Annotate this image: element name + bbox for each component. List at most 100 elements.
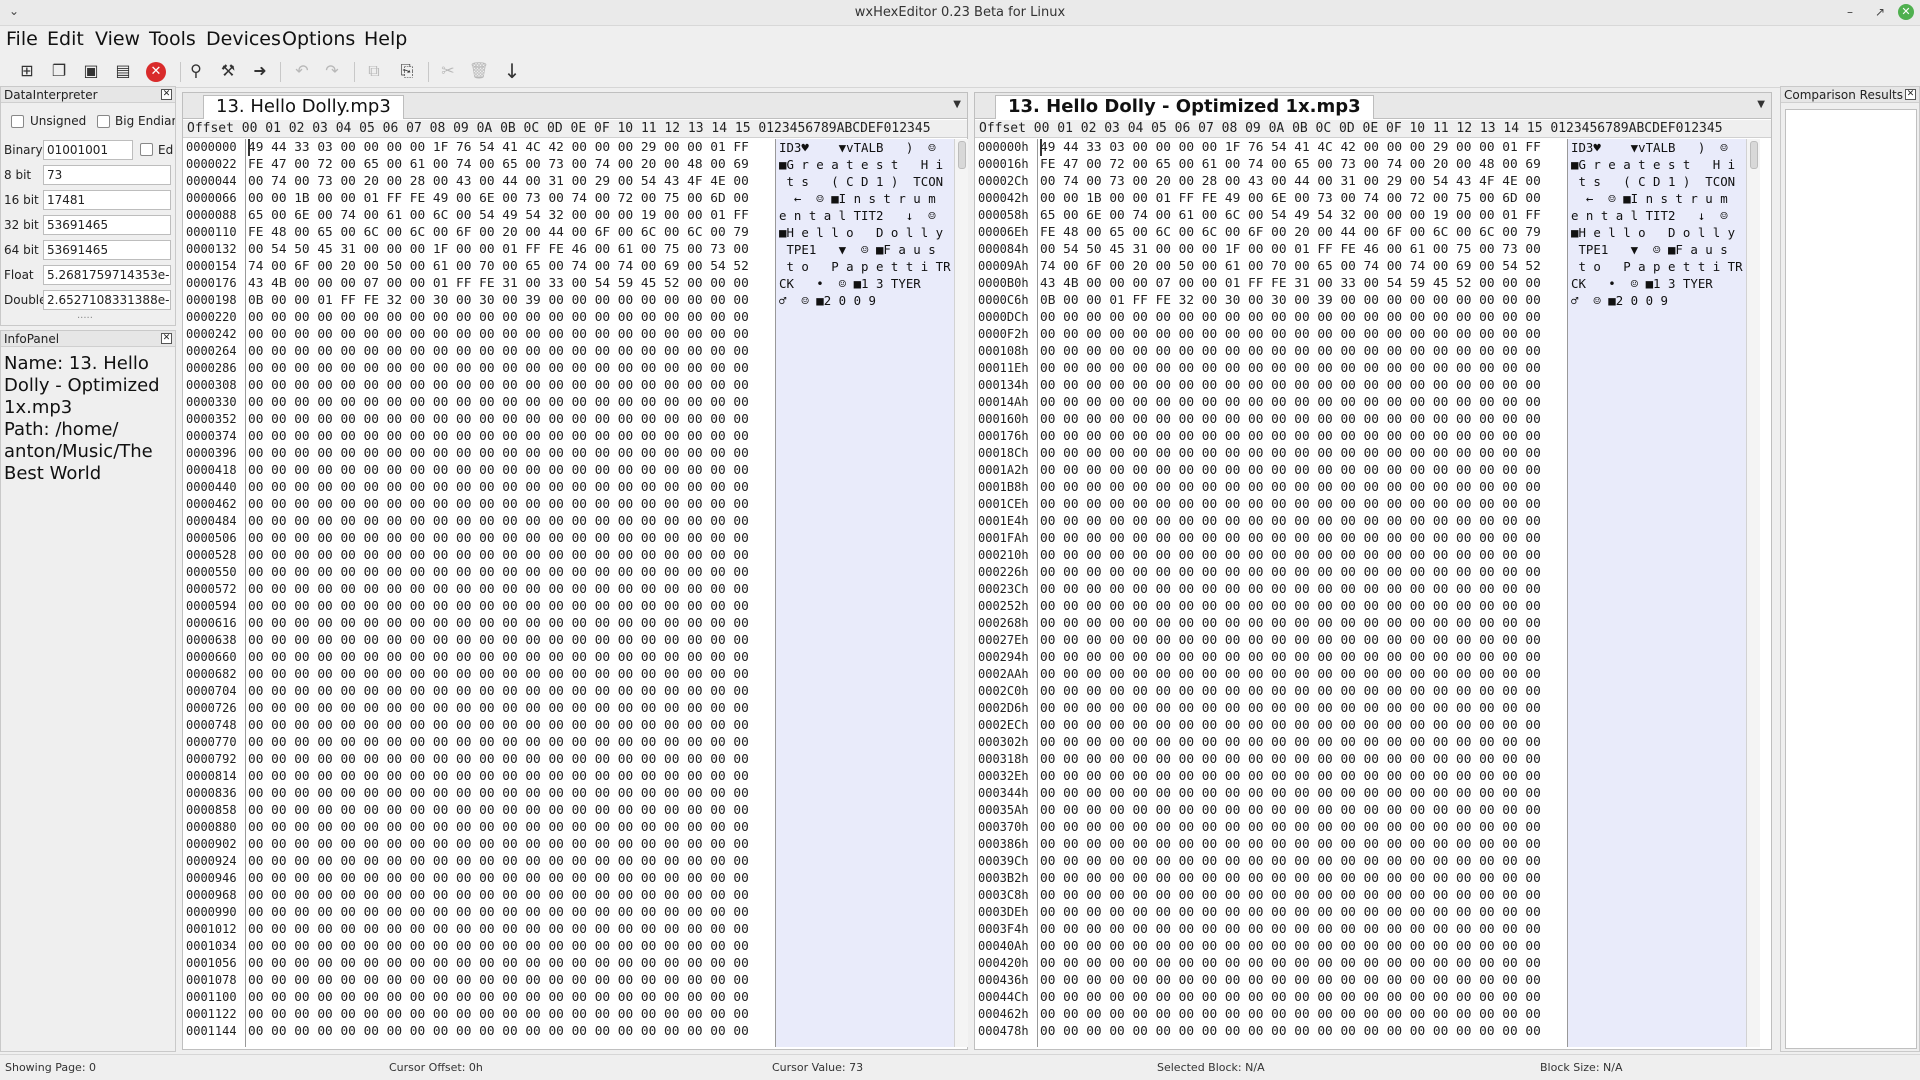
text-row[interactable]	[1571, 581, 1746, 598]
text-row[interactable]: CK • ☺ ■1 3 TYER	[779, 275, 954, 292]
text-row[interactable]	[1571, 394, 1746, 411]
hex-row[interactable]: 00 00 00 00 00 00 00 00 00 00 00 00 00 0…	[248, 1006, 775, 1023]
text-row[interactable]	[1571, 853, 1746, 870]
hex-row[interactable]: 00 00 00 00 00 00 00 00 00 00 00 00 00 0…	[1040, 496, 1567, 513]
hex-row[interactable]: 00 00 00 00 00 00 00 00 00 00 00 00 00 0…	[1040, 921, 1567, 938]
goto-icon[interactable]: ➜	[248, 60, 272, 82]
16bit-field[interactable]: 17481	[43, 190, 171, 210]
hex-row[interactable]: 00 00 00 00 00 00 00 00 00 00 00 00 00 0…	[1040, 683, 1567, 700]
8bit-field[interactable]: 73	[43, 165, 171, 185]
minimize-icon[interactable]: –	[1842, 4, 1858, 20]
text-row[interactable]	[1571, 734, 1746, 751]
hex-column[interactable]: 49 44 33 03 00 00 00 00 1F 76 54 41 4C 4…	[1038, 139, 1568, 1047]
hex-row[interactable]: 00 00 00 00 00 00 00 00 00 00 00 00 00 0…	[1040, 734, 1567, 751]
hex-row[interactable]: 00 00 00 00 00 00 00 00 00 00 00 00 00 0…	[248, 887, 775, 904]
tab-hello-dolly[interactable]: 13. Hello Dolly.mp3	[203, 95, 404, 119]
text-row[interactable]	[779, 683, 954, 700]
text-row[interactable]	[779, 887, 954, 904]
text-row[interactable]	[779, 564, 954, 581]
text-row[interactable]	[1571, 921, 1746, 938]
hex-row[interactable]: 00 00 00 00 00 00 00 00 00 00 00 00 00 0…	[1040, 768, 1567, 785]
text-row[interactable]	[779, 547, 954, 564]
text-row[interactable]	[779, 360, 954, 377]
big-endian-checkbox[interactable]	[97, 115, 110, 128]
close-file-icon[interactable]: ✕	[146, 62, 166, 82]
hex-row[interactable]: FE 47 00 72 00 65 00 61 00 74 00 65 00 7…	[248, 156, 775, 173]
hex-row[interactable]: 00 00 00 00 00 00 00 00 00 00 00 00 00 0…	[248, 496, 775, 513]
hex-row[interactable]: 00 00 1B 00 00 01 FF FE 49 00 6E 00 73 0…	[248, 190, 775, 207]
hex-row[interactable]: 00 00 00 00 00 00 00 00 00 00 00 00 00 0…	[248, 615, 775, 632]
hex-row[interactable]: 00 00 00 00 00 00 00 00 00 00 00 00 00 0…	[1040, 989, 1567, 1006]
text-row[interactable]: ■G r e a t e s t H i	[779, 156, 954, 173]
text-row[interactable]	[779, 513, 954, 530]
hex-row[interactable]: 00 00 00 00 00 00 00 00 00 00 00 00 00 0…	[1040, 666, 1567, 683]
new-file-icon[interactable]: ⊞	[15, 60, 39, 82]
hex-row[interactable]: 00 00 00 00 00 00 00 00 00 00 00 00 00 0…	[248, 632, 775, 649]
hex-row[interactable]: FE 48 00 65 00 6C 00 6C 00 6F 00 20 00 4…	[248, 224, 775, 241]
text-row[interactable]	[779, 326, 954, 343]
menu-options[interactable]: Options	[282, 28, 355, 50]
text-row[interactable]	[1571, 666, 1746, 683]
text-row[interactable]: TPE1 ▼ ☺ ■F a u s	[1571, 241, 1746, 258]
text-row[interactable]: TPE1 ▼ ☺ ■F a u s	[779, 241, 954, 258]
hex-row[interactable]: 00 00 00 00 00 00 00 00 00 00 00 00 00 0…	[248, 972, 775, 989]
hex-row[interactable]: 00 00 00 00 00 00 00 00 00 00 00 00 00 0…	[1040, 836, 1567, 853]
text-row[interactable]	[779, 615, 954, 632]
tab-hello-dolly-optimized[interactable]: 13. Hello Dolly - Optimized 1x.mp3	[995, 95, 1374, 119]
text-row[interactable]	[1571, 309, 1746, 326]
text-row[interactable]	[779, 1023, 954, 1040]
hex-row[interactable]: 00 00 00 00 00 00 00 00 00 00 00 00 00 0…	[1040, 751, 1567, 768]
hex-row[interactable]: 74 00 6F 00 20 00 50 00 61 00 70 00 65 0…	[1040, 258, 1567, 275]
text-row[interactable]	[779, 921, 954, 938]
menu-devices[interactable]: Devices	[206, 28, 281, 50]
hex-row[interactable]: 00 00 00 00 00 00 00 00 00 00 00 00 00 0…	[248, 1023, 775, 1040]
comparison-results-list[interactable]	[1785, 109, 1917, 1049]
text-row[interactable]	[1571, 955, 1746, 972]
text-row[interactable]	[1571, 717, 1746, 734]
text-row[interactable]	[779, 309, 954, 326]
hex-row[interactable]: 00 00 00 00 00 00 00 00 00 00 00 00 00 0…	[248, 904, 775, 921]
hex-row[interactable]: 00 00 00 00 00 00 00 00 00 00 00 00 00 0…	[248, 513, 775, 530]
text-row[interactable]	[1571, 836, 1746, 853]
hex-row[interactable]: 00 00 00 00 00 00 00 00 00 00 00 00 00 0…	[1040, 785, 1567, 802]
text-row[interactable]	[779, 904, 954, 921]
hex-row[interactable]: 00 00 00 00 00 00 00 00 00 00 00 00 00 0…	[1040, 581, 1567, 598]
text-row[interactable]	[1571, 1023, 1746, 1040]
hex-row[interactable]: 00 00 00 00 00 00 00 00 00 00 00 00 00 0…	[1040, 853, 1567, 870]
hex-row[interactable]: 00 00 00 00 00 00 00 00 00 00 00 00 00 0…	[248, 581, 775, 598]
hex-row[interactable]: 00 00 00 00 00 00 00 00 00 00 00 00 00 0…	[248, 564, 775, 581]
unsigned-checkbox[interactable]	[11, 115, 24, 128]
hex-row[interactable]: 49 44 33 03 00 00 00 00 1F 76 54 41 4C 4…	[1040, 139, 1567, 156]
text-row[interactable]: t o P a p e t t i TR	[779, 258, 954, 275]
text-row[interactable]: t s ( C D 1 ) TCON	[779, 173, 954, 190]
menu-view[interactable]: View	[95, 28, 140, 50]
text-row[interactable]	[779, 768, 954, 785]
text-row[interactable]	[779, 734, 954, 751]
text-row[interactable]	[1571, 870, 1746, 887]
text-row[interactable]	[1571, 343, 1746, 360]
text-row[interactable]	[1571, 615, 1746, 632]
hex-row[interactable]: 0B 00 00 01 FF FE 32 00 30 00 30 00 39 0…	[248, 292, 775, 309]
hex-row[interactable]: 00 00 00 00 00 00 00 00 00 00 00 00 00 0…	[248, 360, 775, 377]
hex-row[interactable]: 00 00 00 00 00 00 00 00 00 00 00 00 00 0…	[248, 598, 775, 615]
text-row[interactable]	[1571, 751, 1746, 768]
text-row[interactable]	[779, 700, 954, 717]
hex-row[interactable]: 00 00 00 00 00 00 00 00 00 00 00 00 00 0…	[1040, 377, 1567, 394]
hex-row[interactable]: 00 00 00 00 00 00 00 00 00 00 00 00 00 0…	[1040, 802, 1567, 819]
hex-row[interactable]: 0B 00 00 01 FF FE 32 00 30 00 30 00 39 0…	[1040, 292, 1567, 309]
text-row[interactable]: ← ☺ ■I n s t r u m	[1571, 190, 1746, 207]
text-row[interactable]	[779, 343, 954, 360]
text-row[interactable]	[1571, 632, 1746, 649]
text-row[interactable]	[779, 989, 954, 1006]
vertical-scrollbar[interactable]	[954, 139, 968, 1047]
find-icon[interactable]: ⚲	[184, 60, 208, 82]
hex-row[interactable]: 00 00 00 00 00 00 00 00 00 00 00 00 00 0…	[248, 717, 775, 734]
hex-row[interactable]: 00 00 00 00 00 00 00 00 00 00 00 00 00 0…	[1040, 598, 1567, 615]
menu-file[interactable]: File	[6, 28, 38, 50]
hex-row[interactable]: 00 00 00 00 00 00 00 00 00 00 00 00 00 0…	[1040, 700, 1567, 717]
edit-checkbox[interactable]	[140, 143, 153, 156]
hex-row[interactable]: 00 00 00 00 00 00 00 00 00 00 00 00 00 0…	[248, 751, 775, 768]
save-icon[interactable]: ▣	[79, 60, 103, 82]
hex-row[interactable]: 00 74 00 73 00 20 00 28 00 43 00 44 00 3…	[248, 173, 775, 190]
text-row[interactable]	[779, 377, 954, 394]
